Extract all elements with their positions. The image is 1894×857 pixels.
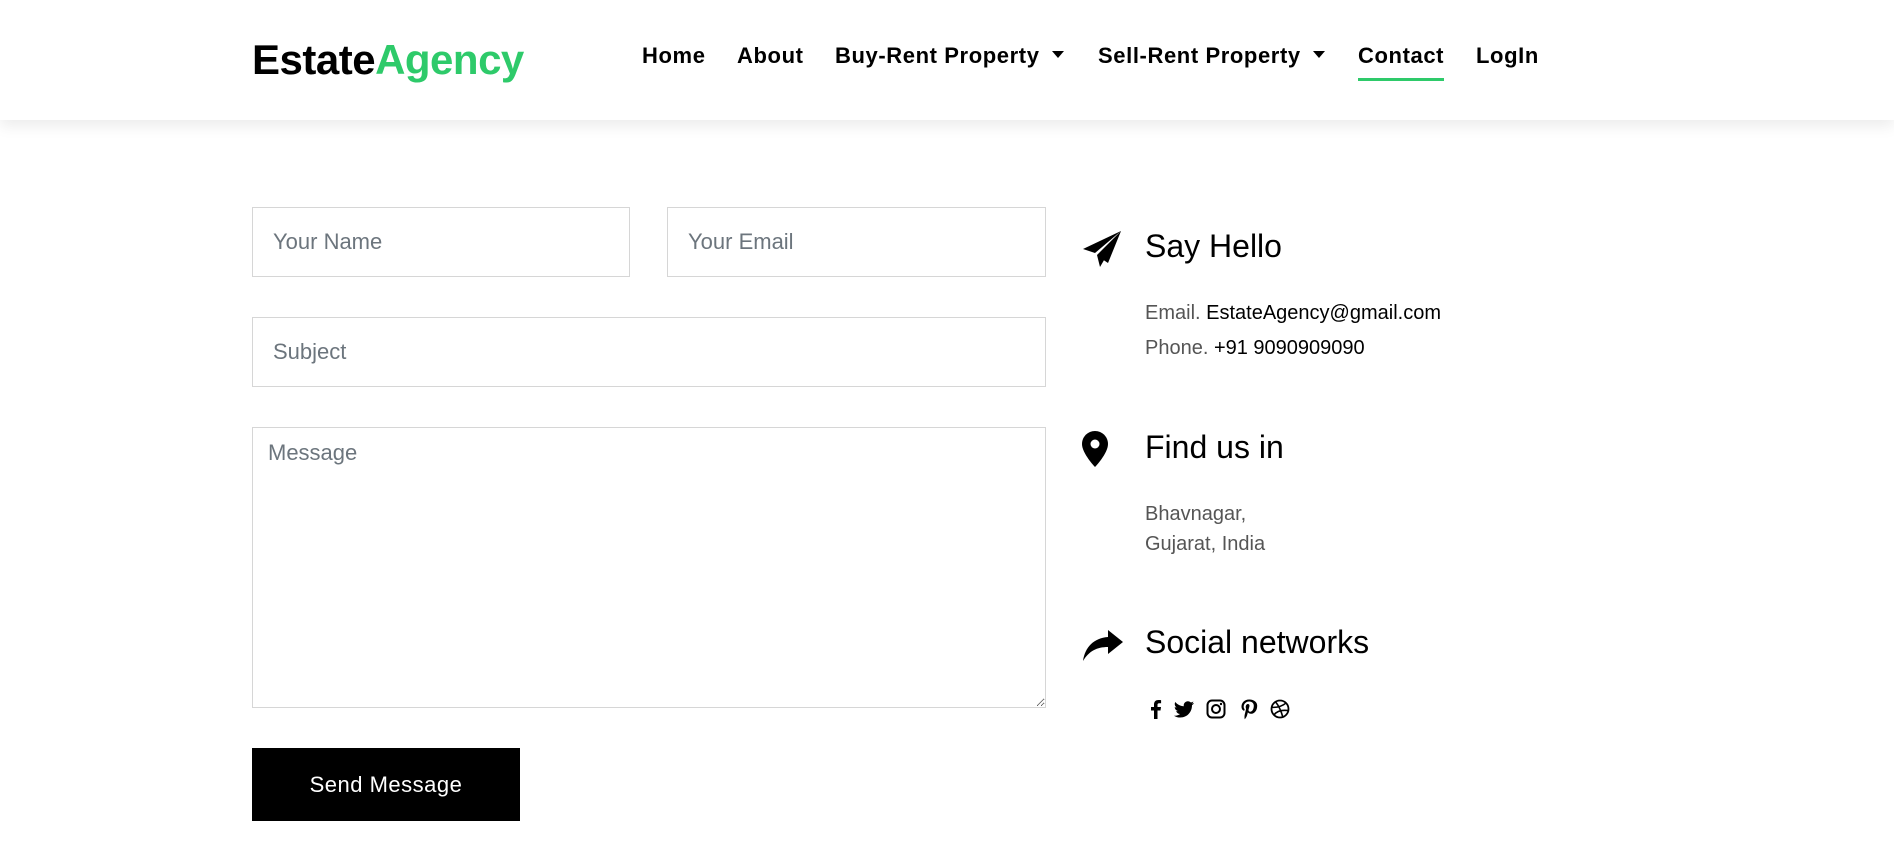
share-arrow-icon [1083, 630, 1123, 661]
brand-logo[interactable]: EstateAgency [252, 36, 524, 84]
say-hello-title: Say Hello [1145, 228, 1282, 264]
dribbble-icon[interactable] [1269, 698, 1291, 720]
nav-sell-rent-label: Sell-Rent Property [1098, 43, 1301, 68]
pinterest-icon[interactable] [1238, 698, 1260, 720]
navbar: EstateAgency Home About Buy-Rent Propert… [0, 0, 1894, 120]
find-us-title: Find us in [1145, 429, 1284, 465]
subject-input[interactable] [252, 317, 1046, 387]
social-networks-title: Social networks [1145, 624, 1370, 660]
paper-plane-icon [1083, 231, 1121, 267]
email-value[interactable]: EstateAgency@gmail.com [1206, 302, 1441, 324]
name-input[interactable] [252, 207, 630, 277]
nav-about[interactable]: About [737, 43, 804, 69]
brand-part-agency: Agency [375, 36, 524, 83]
brand-part-estate: Estate [252, 36, 376, 83]
phone-label: Phone. [1145, 337, 1209, 359]
instagram-icon[interactable] [1205, 698, 1227, 720]
send-message-button[interactable]: Send Message [252, 748, 520, 821]
message-textarea[interactable] [252, 427, 1046, 708]
phone-value[interactable]: +91 9090909090 [1214, 337, 1365, 359]
facebook-icon[interactable] [1145, 698, 1167, 720]
address-line-2: Gujarat, India [1145, 533, 1266, 555]
map-pin-icon [1082, 431, 1108, 467]
email-input[interactable] [667, 207, 1046, 277]
nav-home[interactable]: Home [642, 43, 706, 69]
chevron-down-icon [1312, 50, 1325, 58]
email-label: Email. [1145, 302, 1201, 324]
nav-sell-rent-dropdown[interactable]: Sell-Rent Property [1098, 43, 1325, 69]
nav-buy-rent-dropdown[interactable]: Buy-Rent Property [835, 43, 1064, 69]
chevron-down-icon [1051, 50, 1064, 58]
phone-line: Phone. +91 9090909090 [1145, 337, 1365, 360]
address-line-1: Bhavnagar, [1145, 503, 1247, 525]
nav-login[interactable]: LogIn [1476, 43, 1539, 69]
nav-buy-rent-label: Buy-Rent Property [835, 43, 1040, 68]
nav-contact[interactable]: Contact [1358, 43, 1445, 81]
email-line: Email. EstateAgency@gmail.com [1145, 302, 1441, 325]
twitter-icon[interactable] [1173, 698, 1195, 720]
